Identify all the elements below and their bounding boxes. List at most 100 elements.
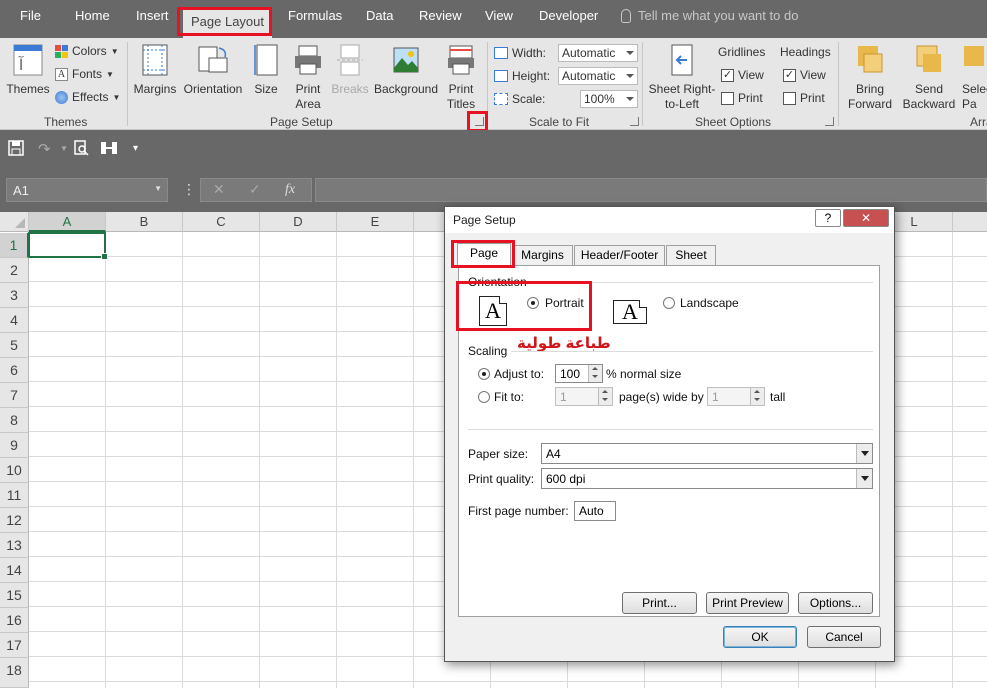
adjust-to-radio[interactable] (478, 368, 490, 380)
column-header[interactable]: C (183, 212, 260, 232)
row-header[interactable]: 11 (0, 483, 29, 508)
print-titles-button[interactable]: Print Titles (442, 44, 480, 112)
row-header[interactable]: 6 (0, 358, 29, 383)
portrait-radio[interactable] (527, 297, 539, 309)
print-quality-dropdown[interactable]: 600 dpi (541, 468, 873, 489)
tab-page-layout[interactable]: Page Layout (183, 8, 273, 38)
print-area-button[interactable]: Print Area (288, 44, 328, 112)
gridlines-print-checkbox[interactable]: Print (721, 91, 763, 105)
row-header[interactable]: 14 (0, 558, 29, 583)
row-header[interactable]: 5 (0, 333, 29, 358)
page-setup-dialog-launcher[interactable] (475, 117, 484, 126)
macro-icon[interactable] (100, 140, 118, 160)
row-header[interactable]: 8 (0, 408, 29, 433)
row-header[interactable]: 4 (0, 308, 29, 333)
selection-pane-button[interactable]: Selec Pa (962, 44, 987, 112)
column-header[interactable]: E (337, 212, 414, 232)
row-header[interactable]: 17 (0, 633, 29, 658)
select-all-corner[interactable] (0, 212, 29, 232)
tab-insert[interactable]: Insert (136, 8, 169, 23)
scale-spinner[interactable]: 100% (580, 90, 638, 108)
send-backward-button[interactable]: Send Backward (898, 44, 960, 112)
row-header[interactable]: 1 (0, 233, 29, 258)
row-header[interactable]: 10 (0, 458, 29, 483)
column-header[interactable] (953, 212, 987, 232)
chevron-down-icon[interactable]: ▼ (60, 144, 68, 153)
formula-input[interactable] (315, 178, 987, 202)
insert-function-icon[interactable]: fx (285, 182, 295, 198)
row-header[interactable]: 2 (0, 258, 29, 283)
scale-to-fit-launcher[interactable] (630, 117, 639, 126)
close-button[interactable]: ✕ (843, 209, 889, 227)
tab-formulas[interactable]: Formulas (288, 8, 342, 23)
gridlines-view-checkbox[interactable]: ✓ View (721, 68, 764, 82)
help-button[interactable]: ? (815, 209, 841, 227)
cancel-icon[interactable]: ✕ (213, 181, 225, 198)
column-header[interactable]: B (106, 212, 183, 232)
tab-file[interactable]: File (20, 8, 41, 23)
adjust-to-label[interactable]: Adjust to: (494, 367, 544, 381)
margins-button[interactable]: Margins (132, 44, 178, 97)
background-button[interactable]: Background (372, 44, 440, 97)
ok-button[interactable]: OK (723, 626, 797, 648)
bring-forward-button[interactable]: Bring Forward (842, 44, 898, 112)
landscape-label[interactable]: Landscape (680, 296, 739, 310)
fit-tall-spinner[interactable]: 1 (707, 387, 765, 406)
size-button[interactable]: Size (250, 44, 282, 97)
first-page-number-input[interactable]: Auto (574, 501, 616, 521)
column-header[interactable]: A (29, 212, 106, 232)
headings-print-checkbox[interactable]: Print (783, 91, 825, 105)
tab-data[interactable]: Data (366, 8, 393, 23)
orientation-button[interactable]: Orientation (182, 44, 244, 97)
print-preview-icon[interactable] (73, 140, 89, 160)
column-header[interactable]: D (260, 212, 337, 232)
effects-button[interactable]: Effects ▼ (55, 90, 120, 104)
paper-size-dropdown[interactable]: A4 (541, 443, 873, 464)
spin-arrows-icon[interactable] (598, 388, 612, 405)
portrait-label[interactable]: Portrait (545, 296, 584, 310)
spin-arrows-icon[interactable] (750, 388, 764, 405)
fit-to-label[interactable]: Fit to: (494, 390, 524, 404)
width-dropdown[interactable]: Automatic (558, 44, 638, 62)
row-header[interactable]: 3 (0, 283, 29, 308)
tab-sheet[interactable]: Sheet (666, 245, 716, 265)
fonts-button[interactable]: A Fonts ▼ (55, 67, 114, 81)
row-header[interactable]: 12 (0, 508, 29, 533)
spin-arrows-icon[interactable] (588, 365, 602, 382)
row-header[interactable]: 9 (0, 433, 29, 458)
tab-review[interactable]: Review (419, 8, 462, 23)
headings-view-checkbox[interactable]: ✓ View (783, 68, 826, 82)
cancel-button[interactable]: Cancel (807, 626, 881, 648)
landscape-radio[interactable] (663, 297, 675, 309)
fit-wide-spinner[interactable]: 1 (555, 387, 613, 406)
tab-developer[interactable]: Developer (539, 8, 598, 23)
options-button[interactable]: Options... (798, 592, 873, 614)
height-dropdown[interactable]: Automatic (558, 67, 638, 85)
tab-header-footer[interactable]: Header/Footer (574, 245, 665, 265)
row-header[interactable]: 18 (0, 658, 29, 688)
redo-icon[interactable]: ↷ (38, 140, 51, 158)
themes-button[interactable]: آ Themes (6, 44, 50, 97)
customize-qat-icon[interactable]: ▾ (133, 143, 138, 154)
row-header[interactable]: 15 (0, 583, 29, 608)
row-header[interactable]: 13 (0, 533, 29, 558)
print-preview-button[interactable]: Print Preview (706, 592, 789, 614)
sheet-right-to-left-button[interactable]: Sheet Right- to-Left (646, 44, 718, 112)
tab-view[interactable]: View (485, 8, 513, 23)
fit-to-radio[interactable] (478, 391, 490, 403)
adjust-to-spinner[interactable]: 100 (555, 364, 603, 383)
tab-home[interactable]: Home (75, 8, 110, 23)
tab-margins[interactable]: Margins (512, 245, 573, 265)
tell-me-search[interactable]: Tell me what you want to do (638, 8, 798, 23)
save-icon[interactable] (8, 140, 24, 160)
breaks-button[interactable]: Breaks (330, 44, 370, 97)
print-button[interactable]: Print... (622, 592, 697, 614)
row-header[interactable]: 7 (0, 383, 29, 408)
enter-icon[interactable]: ✓ (249, 181, 261, 198)
row-header[interactable]: 16 (0, 608, 29, 633)
tab-page[interactable]: Page (457, 243, 511, 266)
colors-button[interactable]: Colors ▼ (55, 44, 119, 58)
active-cell-a1[interactable] (28, 232, 108, 260)
name-box[interactable]: A1 ▼ (6, 178, 168, 202)
sheet-options-launcher[interactable] (825, 117, 834, 126)
